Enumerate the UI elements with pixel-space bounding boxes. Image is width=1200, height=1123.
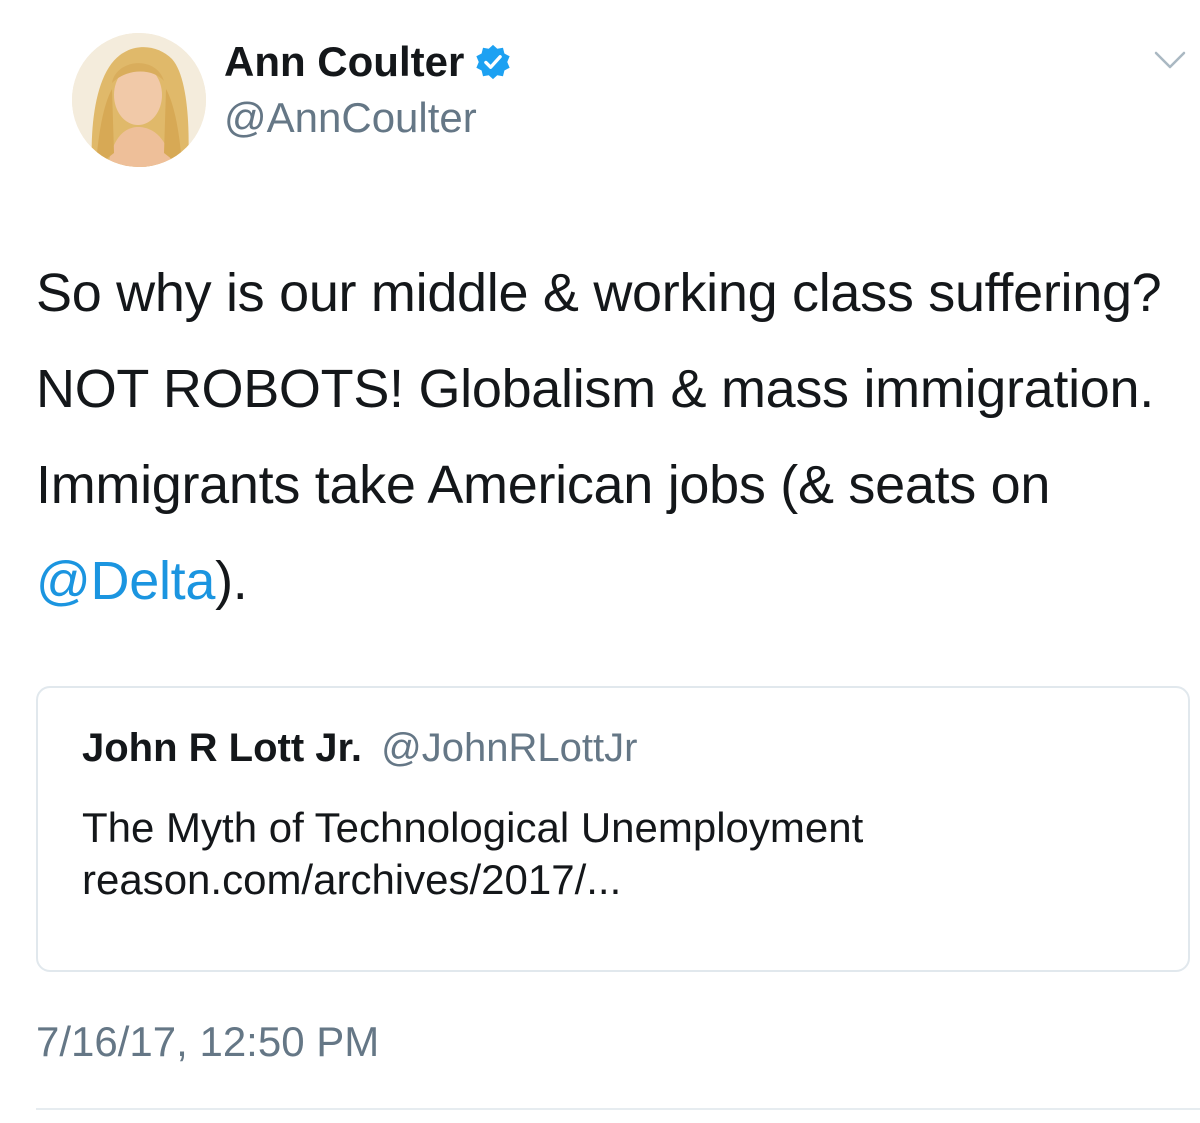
quoted-tweet-link[interactable]: reason.com/archives/2017/... xyxy=(82,856,621,904)
tweet-text-end: ). xyxy=(215,551,248,611)
quoted-author-name: John R Lott Jr. xyxy=(82,726,362,770)
quoted-tweet-header: John R Lott Jr. @JohnRLottJr xyxy=(82,726,637,771)
chevron-down-icon[interactable] xyxy=(1152,46,1188,74)
timestamp[interactable]: 7/16/17, 12:50 PM xyxy=(36,1018,379,1066)
divider xyxy=(36,1108,1200,1110)
quoted-author-handle: @JohnRLottJr xyxy=(381,726,638,770)
author-handle[interactable]: @AnnCoulter xyxy=(224,94,477,142)
author-name[interactable]: Ann Coulter xyxy=(224,38,512,86)
avatar[interactable] xyxy=(72,33,206,167)
tweet-text-main: So why is our middle & working class suf… xyxy=(36,263,1162,515)
verified-badge-icon xyxy=(476,44,510,80)
author-name-label: Ann Coulter xyxy=(224,38,465,85)
tweet: Ann Coulter @AnnCoulter So why is our mi… xyxy=(0,0,1200,1123)
tweet-text: So why is our middle & working class suf… xyxy=(36,245,1186,629)
mention-link[interactable]: @Delta xyxy=(36,551,215,611)
quoted-tweet-card[interactable]: John R Lott Jr. @JohnRLottJr The Myth of… xyxy=(36,686,1190,972)
quoted-tweet-title: The Myth of Technological Unemployment xyxy=(82,804,864,851)
